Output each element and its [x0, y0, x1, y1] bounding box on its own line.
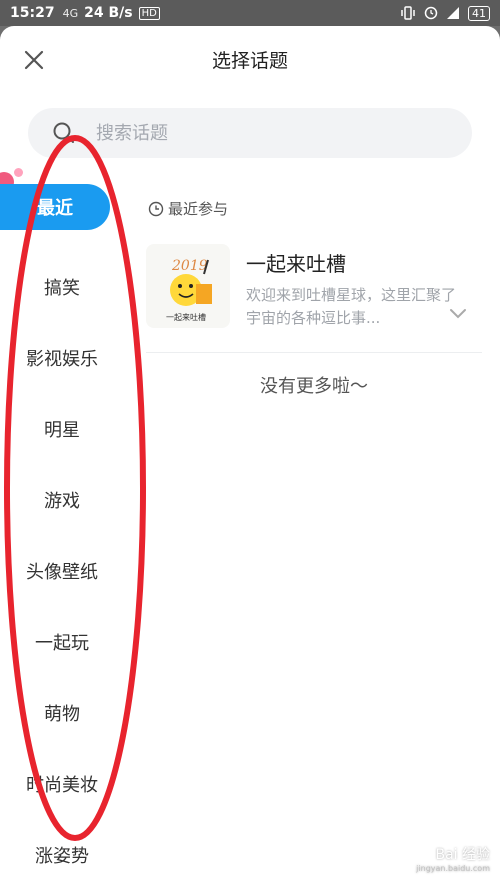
sidebar-item-recent[interactable]: 最近 — [0, 184, 110, 230]
end-of-list-text: 没有更多啦～ — [260, 376, 368, 397]
topic-description: 欢迎来到吐槽星球，这里汇聚了宇宙的各种逗比事... — [246, 286, 457, 327]
chevron-down-icon[interactable] — [448, 306, 468, 320]
clock-icon — [148, 201, 164, 216]
search-input[interactable] — [94, 121, 428, 145]
topic-thumbnail-image: 2019 一起来吐槽 — [166, 258, 212, 322]
alarm-icon — [424, 6, 438, 20]
watermark: Bai 经验 jingyan.baidu.com — [416, 844, 490, 873]
sidebar-item-funny[interactable]: 搞笑 — [0, 251, 124, 322]
vibrate-icon — [401, 6, 415, 20]
signal-icon — [447, 7, 459, 19]
decor-dot-small — [14, 168, 23, 177]
network-indicator: 4G — [62, 6, 79, 20]
sidebar-item-play-together[interactable]: 一起玩 — [0, 606, 124, 677]
thumbnail-caption: 一起来吐槽 — [166, 312, 206, 322]
topic-thumbnail: 2019 一起来吐槽 — [146, 244, 230, 328]
list-item[interactable]: 2019 一起来吐槽 一起来吐槽 欢迎来到吐槽星球，这里汇聚了宇宙的各种逗比事.… — [146, 244, 482, 353]
network-speed: 24 B/s — [84, 5, 133, 21]
sidebar-item-games[interactable]: 游戏 — [0, 464, 124, 535]
sidebar-item-knowledge[interactable]: 涨姿势 — [0, 819, 124, 879]
watermark-logo-text: Bai 经验 — [435, 847, 490, 863]
battery-indicator: 41 — [468, 5, 490, 21]
hd-badge: HD — [138, 6, 160, 20]
sidebar-item-entertainment[interactable]: 影视娱乐 — [0, 322, 124, 393]
sidebar-item-beauty[interactable]: 时尚美妆 — [0, 748, 124, 819]
status-time: 15:27 — [10, 5, 55, 21]
section-header: 最近参与 — [148, 198, 228, 219]
topic-name: 一起来吐槽 — [246, 252, 346, 276]
sidebar-item-wallpaper[interactable]: 头像壁纸 — [0, 535, 124, 606]
category-sidebar: 最近 搞笑 影视娱乐 明星 游戏 头像壁纸 一起玩 萌物 时尚美妆 涨姿势 — [0, 180, 124, 879]
thumbnail-year: 2019 — [171, 258, 208, 274]
sidebar-item-celebrity[interactable]: 明星 — [0, 393, 124, 464]
section-title: 最近参与 — [168, 200, 229, 218]
search-bar[interactable] — [28, 108, 472, 158]
status-bar: 15:27 4G 24 B/s HD 41 — [0, 0, 500, 26]
page-title: 选择话题 — [211, 50, 288, 72]
search-icon — [53, 122, 74, 143]
status-icons: 41 — [400, 5, 490, 21]
watermark-url: jingyan.baidu.com — [416, 864, 490, 873]
sidebar-item-pets[interactable]: 萌物 — [0, 677, 124, 748]
topic-picker-sheet: 选择话题 最近 搞笑 影视娱乐 明星 游戏 头像壁纸 一起玩 萌物 时尚美妆 涨… — [0, 26, 500, 879]
